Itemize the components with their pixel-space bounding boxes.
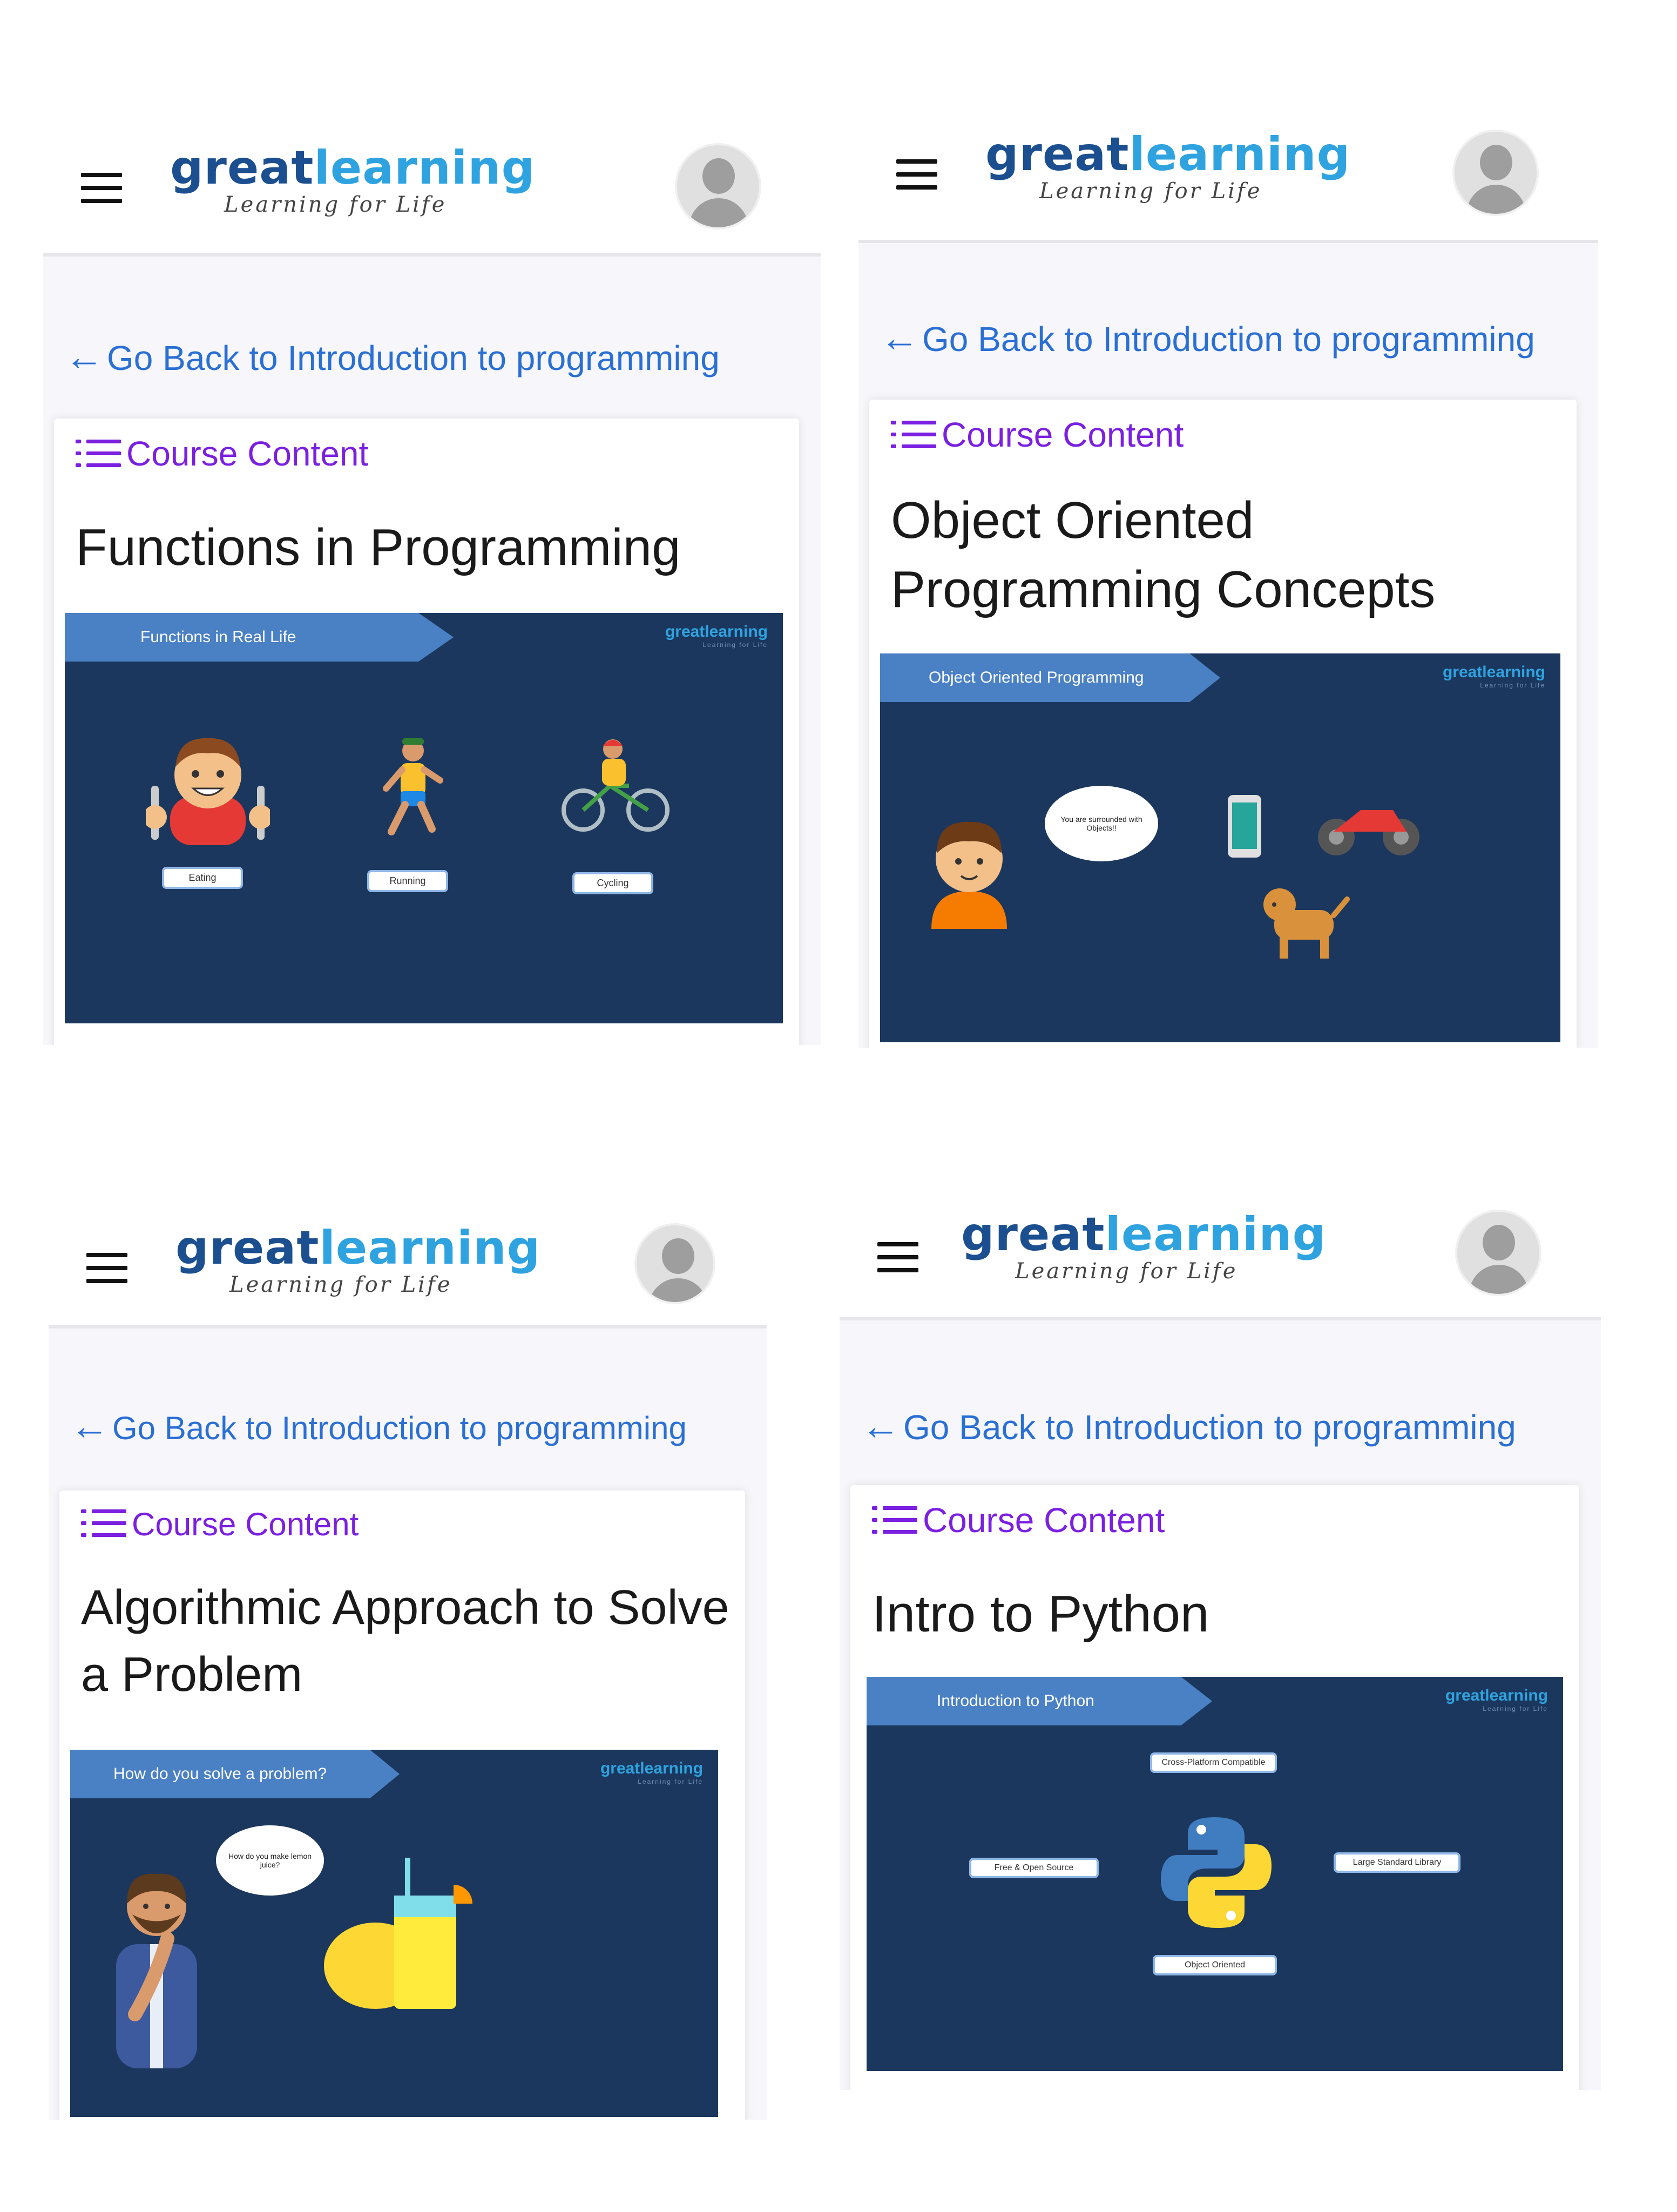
brand-logo[interactable]: greatlearning Learning for Life — [175, 1222, 540, 1296]
thought-bubble: You are surrounded with Objects!! — [1045, 786, 1158, 861]
user-avatar-icon[interactable] — [675, 143, 761, 230]
hamburger-menu-icon[interactable] — [896, 159, 937, 190]
back-link[interactable]: ←Go Back to Introduction to programming — [70, 1404, 687, 1448]
user-avatar-icon[interactable] — [1452, 130, 1539, 216]
course-content-label: Course Content — [923, 1501, 1165, 1540]
logo-text-learning: learning — [319, 1221, 541, 1275]
lesson-card: Course Content Intro to Python Introduct… — [850, 1485, 1579, 2090]
boy-avatar-illustration — [931, 821, 1007, 929]
app-header: greatlearning Learning for Life — [858, 103, 1598, 243]
back-link[interactable]: ←Go Back to Introduction to programming — [65, 335, 720, 379]
motorcycle-illustration — [1318, 810, 1419, 855]
app-header: greatlearning Learning for Life — [840, 1166, 1601, 1320]
slide-brand-logo: greatlearning Learning for Life — [1442, 663, 1545, 689]
brand-logo[interactable]: greatlearning Learning for Life — [985, 129, 1350, 202]
logo-text-learning: learning — [314, 141, 536, 195]
list-icon — [891, 419, 936, 450]
course-content-button[interactable]: Course Content — [891, 415, 1184, 455]
course-content-button[interactable]: Course Content — [76, 434, 368, 474]
screenshot-panel-oop: greatlearning Learning for Life ←Go Back… — [858, 103, 1598, 1048]
logo-tagline: Learning for Life — [1015, 1259, 1238, 1284]
brand-logo[interactable]: greatlearning Learning for Life — [961, 1209, 1326, 1282]
thought-bubble: How do you make lemon juice? — [216, 1825, 324, 1896]
back-link[interactable]: ←Go Back to Introduction to programming — [880, 316, 1535, 360]
smartphone-illustration — [1228, 795, 1261, 858]
slide-banner: Object Oriented Programming — [880, 653, 1220, 702]
course-content-label: Course Content — [942, 415, 1184, 454]
back-link-label: Go Back to Introduction to programming — [903, 1408, 1516, 1447]
screenshot-panel-python: greatlearning Learning for Life ←Go Back… — [840, 1166, 1601, 2090]
course-content-label: Course Content — [126, 434, 369, 473]
lesson-slide-image[interactable]: How do you solve a problem? greatlearnin… — [70, 1750, 718, 2117]
activity-label: Cycling — [572, 872, 653, 894]
app-header: greatlearning Learning for Life — [43, 116, 821, 257]
logo-tagline: Learning for Life — [224, 192, 447, 217]
thinking-man-illustration — [116, 1873, 197, 2068]
list-icon — [872, 1504, 917, 1535]
logo-tagline: Learning for Life — [1039, 179, 1262, 204]
python-feature-label: Large Standard Library — [1334, 1852, 1460, 1873]
python-logo-icon — [1161, 1817, 1272, 1928]
logo-text-great: great — [175, 1221, 320, 1275]
runner-illustration — [383, 738, 443, 835]
lesson-title: Algorithmic Approach to Solve a Problem — [81, 1581, 729, 1702]
slide-brand-logo: greatlearning Learning for Life — [1445, 1687, 1548, 1712]
slide-banner: Introduction to Python — [867, 1677, 1212, 1725]
activity-label: Running — [367, 870, 448, 892]
logo-text-learning: learning — [1129, 127, 1351, 181]
lesson-card: Course Content Object Oriented Programmi… — [869, 400, 1577, 1048]
logo-text-great: great — [170, 141, 314, 195]
brand-logo[interactable]: greatlearning Learning for Life — [170, 142, 535, 215]
lesson-title: Intro to Python — [872, 1585, 1209, 1643]
lesson-card: Course Content Functions in Programming … — [54, 419, 799, 1045]
back-link[interactable]: ←Go Back to Introduction to programming — [861, 1404, 1516, 1448]
arrow-left-icon: ← — [861, 1405, 900, 1448]
lesson-title: Functions in Programming — [76, 518, 681, 576]
hamburger-menu-icon[interactable] — [877, 1242, 918, 1272]
slide-banner: Functions in Real Life — [65, 613, 454, 662]
dog-illustration — [1263, 888, 1350, 959]
back-link-label: Go Back to Introduction to programming — [107, 339, 720, 377]
lesson-slide-image[interactable]: Object Oriented Programming greatlearnin… — [880, 653, 1560, 1042]
lesson-title: Object Oriented Programming Concepts — [891, 491, 1436, 618]
course-content-button[interactable]: Course Content — [872, 1500, 1165, 1540]
lesson-slide-image[interactable]: Introduction to Python greatlearning Lear… — [867, 1677, 1563, 2071]
back-link-label: Go Back to Introduction to programming — [112, 1410, 687, 1446]
python-feature-label: Free & Open Source — [969, 1858, 1099, 1878]
lemon-juice-illustration — [324, 1858, 472, 2009]
logo-tagline: Learning for Life — [229, 1272, 452, 1297]
list-icon — [76, 437, 121, 469]
course-content-label: Course Content — [132, 1506, 359, 1542]
user-avatar-icon[interactable] — [1455, 1210, 1541, 1296]
lesson-card: Course Content Algorithmic Approach to S… — [59, 1491, 745, 2120]
list-icon — [81, 1507, 126, 1539]
slide-brand-logo: greatlearning Learning for Life — [600, 1759, 703, 1785]
slide-brand-logo: greatlearning Learning for Life — [665, 623, 768, 649]
logo-text-learning: learning — [1105, 1208, 1327, 1262]
python-feature-label: Cross-Platform Compatible — [1150, 1752, 1277, 1773]
logo-text-great: great — [961, 1208, 1105, 1262]
logo-text-great: great — [985, 127, 1130, 181]
slide-banner: How do you solve a problem? — [70, 1750, 400, 1798]
boy-eating-illustration — [146, 738, 270, 845]
cyclist-illustration — [562, 739, 670, 832]
back-link-label: Go Back to Introduction to programming — [922, 320, 1535, 359]
app-header: greatlearning Learning for Life — [49, 1196, 767, 1328]
activity-label: Eating — [162, 867, 243, 889]
arrow-left-icon: ← — [70, 1405, 109, 1448]
screenshot-panel-functions: greatlearning Learning for Life ←Go Back… — [43, 116, 821, 1045]
hamburger-menu-icon[interactable] — [81, 173, 122, 203]
lesson-slide-image[interactable]: Functions in Real Life greatlearning Lear… — [65, 613, 783, 1023]
python-feature-label: Object Oriented — [1153, 1955, 1277, 1975]
arrow-left-icon: ← — [65, 335, 104, 379]
hamburger-menu-icon[interactable] — [86, 1253, 127, 1283]
arrow-left-icon: ← — [880, 316, 919, 360]
course-content-button[interactable]: Course Content — [81, 1506, 359, 1543]
user-avatar-icon[interactable] — [634, 1223, 715, 1304]
screenshot-panel-algorithm: greatlearning Learning for Life ← Go Back… — [49, 1196, 767, 2120]
